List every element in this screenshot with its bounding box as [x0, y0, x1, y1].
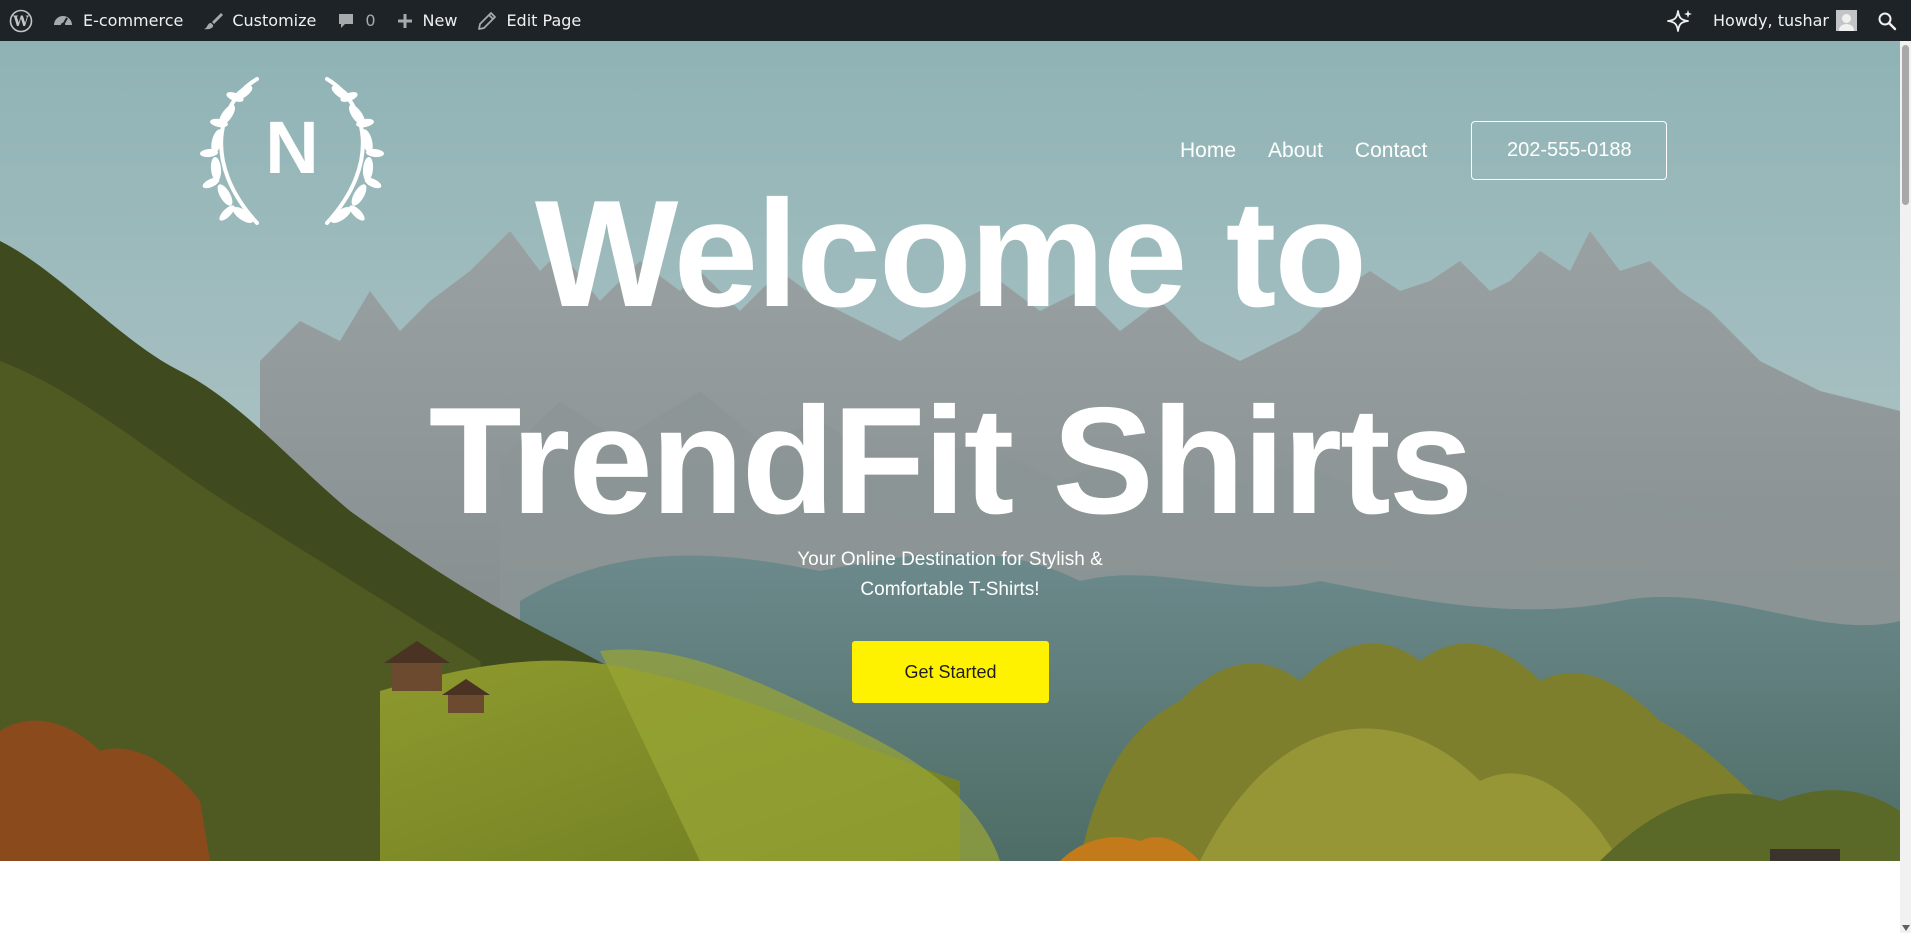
get-started-button[interactable]: Get Started — [852, 641, 1049, 703]
scrollbar-thumb[interactable] — [1902, 45, 1909, 205]
wordpress-icon: W — [9, 9, 33, 33]
comments-count: 0 — [365, 11, 376, 30]
ai-assistant-button[interactable] — [1657, 0, 1703, 41]
plus-icon — [396, 12, 414, 30]
hero-section: N Home About Contact 202-555-0188 Welcom… — [0, 41, 1900, 861]
svg-text:W: W — [12, 14, 29, 30]
hero-title-line-2: TrendFit Shirts — [428, 376, 1474, 546]
comments-button[interactable]: 0 — [326, 0, 385, 41]
wordpress-logo-button[interactable]: W — [0, 0, 42, 41]
comment-icon — [336, 11, 356, 31]
site-name-label: E-commerce — [83, 11, 184, 30]
howdy-label: Howdy, tushar — [1713, 11, 1829, 30]
page-scrollbar[interactable] — [1900, 41, 1911, 933]
customize-label: Customize — [232, 11, 317, 30]
brush-icon — [203, 11, 224, 31]
hero-title-line-1: Welcome to — [534, 169, 1367, 339]
my-account-button[interactable]: Howdy, tushar — [1703, 0, 1867, 41]
admin-bar-right: Howdy, tushar — [1657, 0, 1911, 41]
scroll-down-arrow-icon[interactable] — [1902, 925, 1910, 931]
edit-page-label: Edit Page — [506, 11, 582, 30]
site-name-button[interactable]: E-commerce — [42, 0, 193, 41]
edit-page-button[interactable]: Edit Page — [467, 0, 591, 41]
search-icon — [1877, 11, 1897, 31]
sparkle-icon — [1667, 8, 1693, 34]
new-label: New — [422, 11, 458, 30]
admin-search-button[interactable] — [1867, 0, 1911, 41]
customize-button[interactable]: Customize — [193, 0, 326, 41]
pencil-icon — [477, 11, 497, 31]
new-content-button[interactable]: New — [386, 0, 468, 41]
admin-bar: W E-commerce Customize 0 New Edit Page H… — [0, 0, 1911, 41]
hero-subtitle: Your Online Destination for Stylish & Co… — [760, 545, 1140, 605]
dashboard-icon — [52, 10, 74, 32]
hero-subtitle-line-2: Comfortable T-Shirts! — [860, 579, 1040, 600]
avatar — [1836, 10, 1857, 31]
hero-subtitle-line-1: Your Online Destination for Stylish & — [797, 549, 1103, 570]
